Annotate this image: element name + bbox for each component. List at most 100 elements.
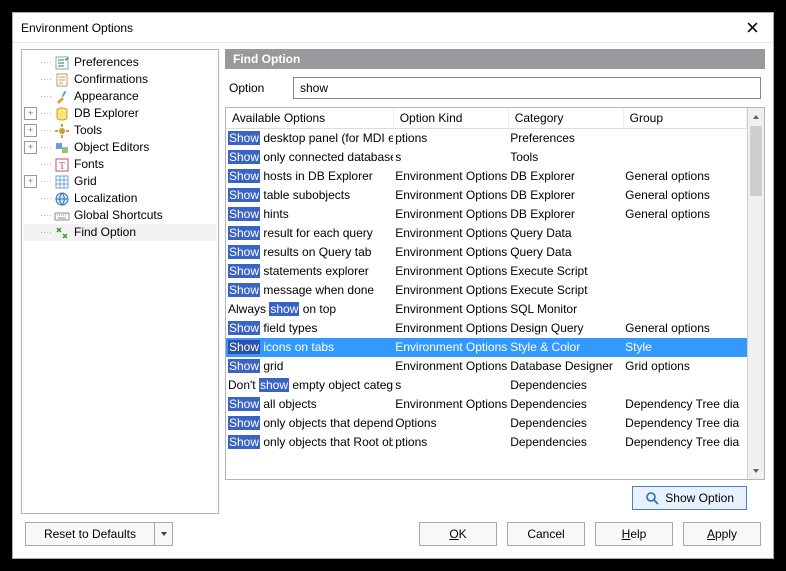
cell-option-kind: ptions [393, 129, 508, 148]
show-option-row: Show Option [225, 480, 765, 514]
show-option-button[interactable]: Show Option [632, 486, 747, 510]
table-row[interactable]: Show result for each queryEnvironment Op… [226, 224, 747, 243]
table-row[interactable]: Show all objectsEnvironment OptionsDepen… [226, 395, 747, 414]
cell-category: SQL Monitor [508, 300, 623, 319]
tree-spacer [24, 209, 37, 222]
cell-group: Dependency Tree dia [623, 414, 746, 433]
editors-icon [54, 140, 70, 156]
search-highlight: Show [228, 169, 260, 183]
cancel-button[interactable]: Cancel [507, 522, 585, 546]
dialog-window: Environment Options ····Preferences····C… [12, 12, 774, 559]
col-option-kind[interactable]: Option Kind [393, 108, 508, 129]
scroll-down-arrow-icon[interactable] [748, 462, 764, 479]
cell-option-kind: Environment Options [393, 167, 508, 186]
table-row[interactable]: Show gridEnvironment OptionsDatabase Des… [226, 357, 747, 376]
find-icon [54, 225, 70, 241]
cell-category: Preferences [508, 129, 623, 148]
tree-item-tools[interactable]: +····Tools [24, 122, 216, 139]
table-row[interactable]: Show message when doneEnvironment Option… [226, 281, 747, 300]
tree-connector: ···· [38, 224, 54, 241]
col-category[interactable]: Category [508, 108, 623, 129]
category-tree[interactable]: ····Preferences····Confirmations····Appe… [21, 49, 219, 514]
scroll-thumb[interactable] [750, 126, 762, 196]
table-row[interactable]: Show hosts in DB ExplorerEnvironment Opt… [226, 167, 747, 186]
tree-item-find-option[interactable]: ····Find Option [24, 224, 216, 241]
table-row[interactable]: Don't show empty object categories in de… [226, 376, 747, 395]
search-highlight: Show [228, 226, 260, 240]
table-row[interactable]: Show only objects that depend on Root ob… [226, 414, 747, 433]
options-table[interactable]: Available Options Option Kind Category G… [226, 108, 747, 452]
tree-connector: ···· [38, 190, 54, 207]
cell-available-option: Always show on top [226, 300, 393, 319]
table-row[interactable]: Show only connected databases in drop-do… [226, 148, 747, 167]
tree-spacer [24, 73, 37, 86]
cell-category: Execute Script [508, 281, 623, 300]
cell-option-kind: Environment Options [393, 243, 508, 262]
scroll-up-arrow-icon[interactable] [748, 108, 764, 125]
cell-available-option: Show icons on tabs [226, 338, 393, 357]
cell-category: DB Explorer [508, 167, 623, 186]
cell-option-kind: s [393, 376, 508, 395]
search-highlight: Show [228, 131, 260, 145]
tools-icon [54, 89, 70, 105]
cell-available-option: Show all objects [226, 395, 393, 414]
apply-button[interactable]: Apply [683, 522, 761, 546]
ok-button[interactable]: OK [419, 522, 497, 546]
svg-text:T: T [59, 161, 65, 172]
expand-toggle[interactable]: + [24, 141, 37, 154]
cell-category: Dependencies [508, 395, 623, 414]
expand-toggle[interactable]: + [24, 175, 37, 188]
globe-icon [54, 191, 70, 207]
cell-category: Execute Script [508, 262, 623, 281]
cell-category: Dependencies [508, 414, 623, 433]
col-available-options[interactable]: Available Options [226, 108, 393, 129]
reset-defaults-split: Reset to Defaults [25, 522, 173, 546]
tree-item-grid[interactable]: +····Grid [24, 173, 216, 190]
table-row[interactable]: Show field typesEnvironment OptionsDesig… [226, 319, 747, 338]
table-row[interactable]: Show desktop panel (for MDI environment … [226, 129, 747, 148]
table-row[interactable]: Always show on topEnvironment OptionsSQL… [226, 300, 747, 319]
tree-item-global-shortcuts[interactable]: ····Global Shortcuts [24, 207, 216, 224]
tree-item-label: Global Shortcuts [74, 207, 163, 224]
reset-defaults-button[interactable]: Reset to Defaults [25, 522, 155, 546]
reset-defaults-dropdown[interactable] [155, 522, 173, 546]
tree-connector: ···· [38, 71, 54, 88]
show-option-label: Show Option [665, 491, 734, 505]
cell-option-kind: s [393, 148, 508, 167]
cell-group: Dependency Tree dia [623, 395, 746, 414]
tree-item-db-explorer[interactable]: +····DB Explorer [24, 105, 216, 122]
table-row[interactable]: Show only objects that Root object depen… [226, 433, 747, 452]
cell-category: Dependencies [508, 376, 623, 395]
close-button[interactable] [739, 17, 765, 39]
search-highlight: show [269, 302, 299, 316]
tree-item-appearance[interactable]: ····Appearance [24, 88, 216, 105]
help-button[interactable]: Help [595, 522, 673, 546]
search-highlight: Show [228, 150, 260, 164]
expand-toggle[interactable]: + [24, 107, 37, 120]
option-input[interactable] [293, 77, 761, 99]
table-header-row: Available Options Option Kind Category G… [226, 108, 747, 129]
table-row[interactable]: Show table subobjectsEnvironment Options… [226, 186, 747, 205]
cell-available-option: Don't show empty object categories in de… [226, 376, 393, 395]
cell-group: General options [623, 319, 746, 338]
expand-toggle[interactable]: + [24, 124, 37, 137]
cell-group [623, 243, 746, 262]
tree-item-label: DB Explorer [74, 105, 139, 122]
table-row[interactable]: Show statements explorerEnvironment Opti… [226, 262, 747, 281]
font-icon: T [54, 157, 70, 173]
col-group[interactable]: Group [623, 108, 746, 129]
table-row[interactable]: Show hintsEnvironment OptionsDB Explorer… [226, 205, 747, 224]
cell-available-option: Show grid [226, 357, 393, 376]
table-row[interactable]: Show results on Query tabEnvironment Opt… [226, 243, 747, 262]
tree-item-preferences[interactable]: ····Preferences [24, 54, 216, 71]
cell-available-option: Show message when done [226, 281, 393, 300]
vertical-scrollbar[interactable] [747, 108, 764, 479]
table-row[interactable]: Show icons on tabsEnvironment OptionsSty… [226, 338, 747, 357]
cell-available-option: Show hosts in DB Explorer [226, 167, 393, 186]
cell-group [623, 129, 746, 148]
tree-item-localization[interactable]: ····Localization [24, 190, 216, 207]
tree-item-object-editors[interactable]: +····Object Editors [24, 139, 216, 156]
tree-item-confirmations[interactable]: ····Confirmations [24, 71, 216, 88]
tree-item-fonts[interactable]: ····TFonts [24, 156, 216, 173]
pane-header: Find Option [225, 49, 765, 69]
